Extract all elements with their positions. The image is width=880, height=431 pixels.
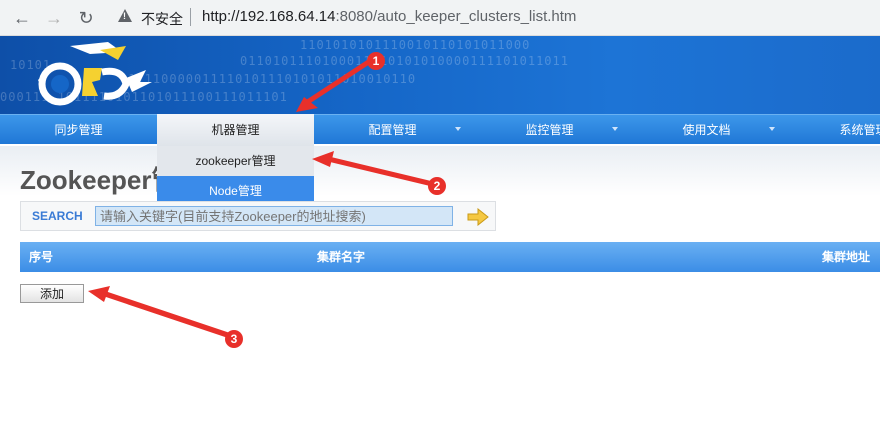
nav-item-label: 系统管理: [839, 123, 880, 137]
chevron-down-icon: [455, 127, 461, 131]
back-arrow-icon[interactable]: ←: [12, 8, 32, 28]
warning-icon[interactable]: [118, 9, 132, 22]
chevron-down-icon: [612, 127, 618, 131]
reload-icon[interactable]: ↻: [76, 8, 96, 28]
main-navbar: 同步管理 配置管理 监控管理 使用文档 系统管理: [0, 114, 880, 144]
add-button[interactable]: 添加: [20, 284, 84, 303]
nav-item-system[interactable]: 系统管理: [785, 115, 880, 145]
browser-toolbar: ← → ↻ 不安全 http://192.168.64.14:8080/auto…: [0, 0, 880, 36]
column-header-cluster-address[interactable]: 集群地址: [822, 242, 870, 272]
binary-decoration: 0110101110100011110101010000111101011011: [240, 54, 569, 68]
column-header-cluster-name[interactable]: 集群名字: [317, 242, 365, 272]
table-header: 序号 集群名字 集群地址: [20, 242, 880, 272]
nav-item-sync[interactable]: 同步管理: [0, 115, 157, 145]
dropdown-item-zookeeper[interactable]: zookeeper管理: [157, 146, 314, 176]
page-title: Zookeeper管: [20, 165, 178, 195]
annotation-number-3: 3: [231, 332, 238, 346]
dropdown-item-label: Node管理: [209, 184, 262, 198]
annotation-marker-2: [428, 177, 446, 195]
nav-item-config[interactable]: 配置管理: [314, 115, 471, 145]
dropdown-item-label: zookeeper管理: [195, 154, 276, 168]
nav-item-monitor[interactable]: 监控管理: [471, 115, 628, 145]
nav-item-docs[interactable]: 使用文档: [628, 115, 785, 145]
annotation-arrow-3-head: [88, 286, 110, 302]
url-path: :8080/auto_keeper_clusters_list.htm: [335, 8, 577, 25]
search-label: SEARCH: [32, 209, 83, 223]
forward-arrow-icon[interactable]: →: [44, 8, 64, 28]
nav-item-label: 使用文档: [682, 123, 731, 137]
nav-item-label: 同步管理: [54, 123, 103, 137]
header-banner: 1101010101110010110101011000 01101011101…: [0, 36, 880, 114]
nav-item-label: 配置管理: [368, 123, 417, 137]
binary-decoration: 1101010101110010110101011000: [300, 38, 531, 52]
annotation-marker-3: [225, 330, 243, 348]
annotation-arrow-2-head: [312, 151, 334, 167]
url-host: http://192.168.64.14: [202, 8, 336, 25]
address-bar[interactable]: http://192.168.64.14:8080/auto_keeper_cl…: [202, 8, 576, 25]
nav-item-label: 监控管理: [525, 123, 574, 137]
search-bar: SEARCH: [20, 201, 496, 231]
nav-item-label: 机器管理: [211, 123, 260, 137]
chevron-down-icon: [769, 127, 775, 131]
binary-decoration: 011110000011110101110101011010010110: [120, 72, 417, 86]
annotation-arrow-2: [330, 157, 431, 186]
column-header-index[interactable]: 序号: [29, 242, 53, 272]
annotation-number-2: 2: [434, 179, 441, 193]
url-separator: [190, 8, 191, 26]
arrow-right-icon[interactable]: [467, 208, 489, 226]
logo-icon[interactable]: [30, 38, 155, 110]
annotation-arrow-3: [103, 291, 230, 338]
insecure-label[interactable]: 不安全: [141, 9, 183, 29]
nav-item-machine[interactable]: 机器管理: [157, 114, 314, 146]
search-input[interactable]: [95, 206, 453, 226]
